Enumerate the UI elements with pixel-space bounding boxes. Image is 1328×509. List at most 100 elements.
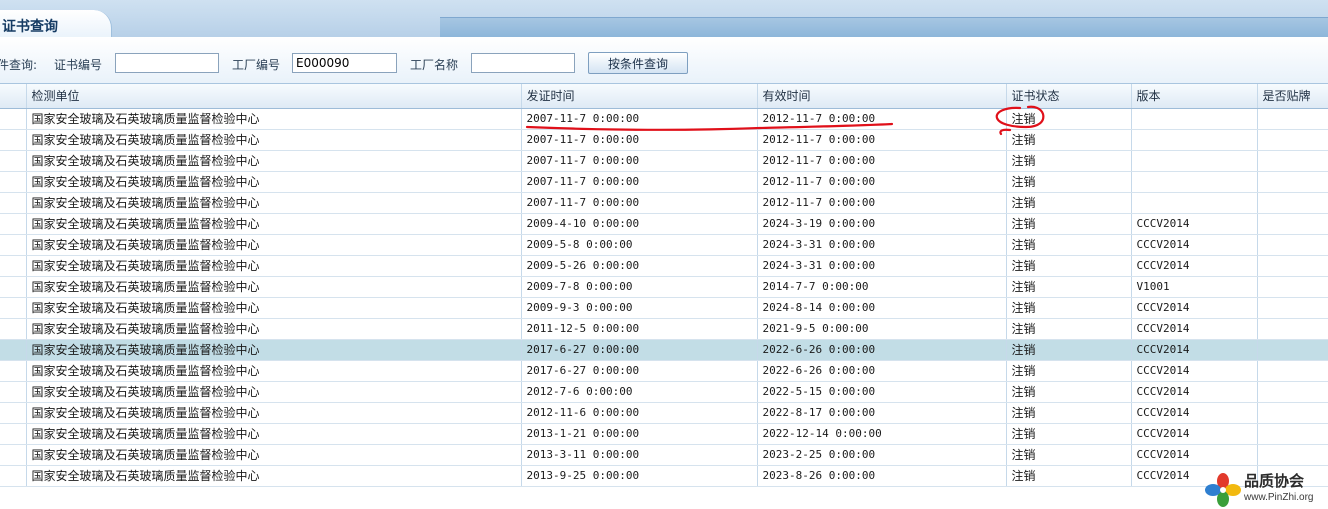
table-row[interactable]: 国家安全玻璃及石英玻璃质量监督检验中心 2012-7-6 0:00:00 2022-…	[0, 381, 1328, 403]
cell-index	[0, 297, 27, 319]
cell-index	[0, 213, 27, 235]
cell-version: CCCV2014	[1131, 339, 1258, 361]
cell-issue-date: 2007-11-7 0:00:00	[521, 108, 758, 130]
cell-lab: 国家安全玻璃及石英玻璃质量监督检验中心	[26, 108, 522, 130]
table-row[interactable]: 国家安全玻璃及石英玻璃质量监督检验中心 2007-11-7 0:00:00 2012…	[0, 129, 1328, 151]
watermark-url: www.PinZhi.org	[1244, 492, 1314, 503]
cell-valid-date: 2014-7-7 0:00:00	[757, 276, 1007, 298]
table-row[interactable]: 国家安全玻璃及石英玻璃质量监督检验中心 2009-5-8 0:00:00 2024-…	[0, 234, 1328, 256]
column-header-valid-date[interactable]: 有效时间	[757, 84, 1007, 109]
cell-lab: 国家安全玻璃及石英玻璃质量监督检验中心	[26, 234, 522, 256]
column-header-issue-date[interactable]: 发证时间	[521, 84, 758, 109]
cell-valid-date: 2024-8-14 0:00:00	[757, 297, 1007, 319]
cell-index	[0, 465, 27, 487]
table-row[interactable]: 国家安全玻璃及石英玻璃质量监督检验中心 2007-11-7 0:00:00 2012…	[0, 108, 1328, 130]
cell-version: CCCV2014	[1131, 381, 1258, 403]
table-row[interactable]: 国家安全玻璃及石英玻璃质量监督检验中心 2011-12-5 0:00:00 2021…	[0, 318, 1328, 340]
cell-issue-date: 2009-7-8 0:00:00	[521, 276, 758, 298]
cell-status: 注销	[1006, 255, 1132, 277]
cell-oem	[1257, 381, 1328, 403]
cert-no-label: 证书编号	[54, 58, 103, 72]
cell-oem	[1257, 423, 1328, 445]
cell-version: CCCV2014	[1131, 423, 1258, 445]
table-row[interactable]: 国家安全玻璃及石英玻璃质量监督检验中心 2012-11-6 0:00:00 2022…	[0, 402, 1328, 424]
table-row[interactable]: 国家安全玻璃及石英玻璃质量监督检验中心 2007-11-7 0:00:00 2012…	[0, 192, 1328, 214]
cell-status: 注销	[1006, 465, 1132, 487]
cell-version	[1131, 108, 1258, 130]
cell-version	[1131, 192, 1258, 214]
cell-status: 注销	[1006, 444, 1132, 466]
certificate-table: 检测单位 发证时间 有效时间 证书状态 版本 是否贴牌 国家安全玻璃及石英玻璃质…	[0, 84, 1328, 487]
cell-status: 注销	[1006, 108, 1132, 130]
cell-status: 注销	[1006, 192, 1132, 214]
column-header-oem[interactable]: 是否贴牌	[1257, 84, 1328, 109]
cell-issue-date: 2007-11-7 0:00:00	[521, 129, 758, 151]
cell-version: V1001	[1131, 276, 1258, 298]
cell-oem	[1257, 444, 1328, 466]
cell-index	[0, 150, 27, 172]
cell-oem	[1257, 297, 1328, 319]
column-header-lab[interactable]: 检测单位	[26, 84, 522, 109]
cell-status: 注销	[1006, 360, 1132, 382]
cell-valid-date: 2022-8-17 0:00:00	[757, 402, 1007, 424]
cell-lab: 国家安全玻璃及石英玻璃质量监督检验中心	[26, 381, 522, 403]
column-header-status[interactable]: 证书状态	[1006, 84, 1132, 109]
cell-index	[0, 276, 27, 298]
cell-lab: 国家安全玻璃及石英玻璃质量监督检验中心	[26, 444, 522, 466]
table-header-row: 检测单位 发证时间 有效时间 证书状态 版本 是否贴牌	[0, 84, 1328, 109]
cell-version	[1131, 150, 1258, 172]
search-button[interactable]: 按条件查询	[588, 52, 688, 74]
cell-index	[0, 339, 27, 361]
cell-valid-date: 2024-3-19 0:00:00	[757, 213, 1007, 235]
cell-valid-date: 2022-6-26 0:00:00	[757, 339, 1007, 361]
column-header-version[interactable]: 版本	[1131, 84, 1258, 109]
table-row[interactable]: 国家安全玻璃及石英玻璃质量监督检验中心 2009-7-8 0:00:00 2014-…	[0, 276, 1328, 298]
cell-oem	[1257, 402, 1328, 424]
table-row[interactable]: 国家安全玻璃及石英玻璃质量监督检验中心 2007-11-7 0:00:00 2012…	[0, 171, 1328, 193]
cell-version: CCCV2014	[1131, 297, 1258, 319]
table-row[interactable]: 国家安全玻璃及石英玻璃质量监督检验中心 2007-11-7 0:00:00 2012…	[0, 150, 1328, 172]
cell-oem	[1257, 276, 1328, 298]
cell-version: CCCV2014	[1131, 360, 1258, 382]
factory-name-input[interactable]	[471, 53, 575, 73]
cell-issue-date: 2007-11-7 0:00:00	[521, 192, 758, 214]
cell-index	[0, 318, 27, 340]
cell-oem	[1257, 171, 1328, 193]
cell-index	[0, 444, 27, 466]
cell-lab: 国家安全玻璃及石英玻璃质量监督检验中心	[26, 360, 522, 382]
cell-lab: 国家安全玻璃及石英玻璃质量监督检验中心	[26, 402, 522, 424]
column-header-index	[0, 84, 27, 109]
table-row[interactable]: 国家安全玻璃及石英玻璃质量监督检验中心 2013-9-25 0:00:00 2023…	[0, 465, 1328, 487]
tab-certificate-query[interactable]: 证书查询	[0, 10, 112, 38]
cell-oem	[1257, 318, 1328, 340]
cell-oem	[1257, 192, 1328, 214]
cell-oem	[1257, 213, 1328, 235]
cell-valid-date: 2012-11-7 0:00:00	[757, 108, 1007, 130]
cell-index	[0, 129, 27, 151]
factory-no-input[interactable]	[292, 53, 397, 73]
cell-lab: 国家安全玻璃及石英玻璃质量监督检验中心	[26, 255, 522, 277]
cell-status: 注销	[1006, 402, 1132, 424]
cell-oem	[1257, 108, 1328, 130]
tab-strip	[440, 17, 1328, 37]
cell-lab: 国家安全玻璃及石英玻璃质量监督检验中心	[26, 297, 522, 319]
cell-lab: 国家安全玻璃及石英玻璃质量监督检验中心	[26, 150, 522, 172]
cell-lab: 国家安全玻璃及石英玻璃质量监督检验中心	[26, 213, 522, 235]
table-row[interactable]: 国家安全玻璃及石英玻璃质量监督检验中心 2009-5-26 0:00:00 2024…	[0, 255, 1328, 277]
table-row[interactable]: 国家安全玻璃及石英玻璃质量监督检验中心 2009-9-3 0:00:00 2024-…	[0, 297, 1328, 319]
cell-valid-date: 2022-6-26 0:00:00	[757, 360, 1007, 382]
cert-no-input[interactable]	[115, 53, 219, 73]
table-row[interactable]: 国家安全玻璃及石英玻璃质量监督检验中心 2013-1-21 0:00:00 2022…	[0, 423, 1328, 445]
cell-index	[0, 423, 27, 445]
cell-status: 注销	[1006, 423, 1132, 445]
table-row[interactable]: 国家安全玻璃及石英玻璃质量监督检验中心 2013-3-11 0:00:00 2023…	[0, 444, 1328, 466]
cell-lab: 国家安全玻璃及石英玻璃质量监督检验中心	[26, 171, 522, 193]
table-row[interactable]: 国家安全玻璃及石英玻璃质量监督检验中心 2017-6-27 0:00:00 2022…	[0, 339, 1328, 361]
cell-version: CCCV2014	[1131, 318, 1258, 340]
cell-valid-date: 2012-11-7 0:00:00	[757, 171, 1007, 193]
table-row[interactable]: 国家安全玻璃及石英玻璃质量监督检验中心 2009-4-10 0:00:00 2024…	[0, 213, 1328, 235]
cell-issue-date: 2009-4-10 0:00:00	[521, 213, 758, 235]
table-row[interactable]: 国家安全玻璃及石英玻璃质量监督检验中心 2017-6-27 0:00:00 2022…	[0, 360, 1328, 382]
cell-index	[0, 108, 27, 130]
cell-status: 注销	[1006, 297, 1132, 319]
